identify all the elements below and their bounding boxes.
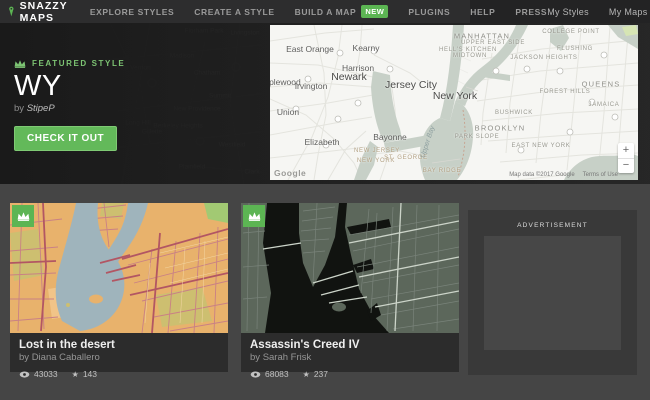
card-title[interactable]: Lost in the desert: [19, 339, 219, 351]
featured-crown-badge: [243, 205, 265, 227]
map-pin-icon: [9, 6, 14, 17]
card-map-preview: [241, 203, 459, 333]
hero-content: FEATURED STYLE WY by StipeP CHECK IT OUT: [14, 59, 126, 152]
zoom-out-button[interactable]: −: [618, 159, 634, 174]
featured-style-byline: by StipeP: [14, 103, 125, 114]
nav-item-build-a-map[interactable]: BUILD A MAP NEW: [295, 5, 389, 18]
eye-icon: [19, 370, 30, 378]
byline-prefix: by: [14, 103, 25, 115]
views-count: 68083: [265, 369, 289, 379]
brand-logo[interactable]: SNAZZY MAPS: [8, 0, 72, 24]
star-icon: ★: [71, 369, 79, 379]
eye-icon: [250, 370, 261, 378]
card-author: by Diana Caballero: [19, 352, 219, 363]
card-title[interactable]: Assassin's Creed IV: [250, 339, 450, 351]
featured-style-title: WY: [14, 70, 62, 102]
advertisement-label: ADVERTISEMENT: [517, 222, 588, 229]
card-info: Assassin's Creed IV by Sarah Frisk 68083…: [241, 333, 459, 379]
featured-crown-badge: [12, 205, 34, 227]
dark-map-graphic: [241, 203, 459, 333]
brand-name: SNAZZY MAPS: [19, 0, 68, 24]
card-author: by Sarah Frisk: [250, 352, 450, 363]
featured-style-author[interactable]: StipeP: [27, 103, 55, 114]
nav-item-explore-styles[interactable]: EXPLORE STYLES: [90, 7, 174, 17]
nav-item-my-styles[interactable]: My Styles: [547, 7, 589, 17]
desert-map-graphic: [10, 203, 228, 333]
stars-stat: ★ 143: [72, 369, 97, 379]
nav-right-menu: My StylesMy MapsFavorites: [547, 5, 650, 19]
stars-count: 237: [313, 369, 328, 379]
stars-stat: ★ 237: [303, 369, 328, 379]
stars-count: 143: [82, 369, 97, 379]
new-badge: NEW: [361, 5, 389, 18]
crown-icon: [14, 60, 26, 68]
views-stat: 68083: [250, 369, 289, 379]
views-stat: 43033: [19, 369, 58, 379]
card-map-preview: [10, 203, 228, 333]
advertisement-placeholder[interactable]: [484, 236, 621, 350]
card-info: Lost in the desert by Diana Caballero 43…: [10, 333, 228, 379]
page: SNAZZY MAPS EXPLORE STYLES CREATE A STYLE…: [0, 0, 650, 400]
navbar: SNAZZY MAPS EXPLORE STYLES CREATE A STYLE…: [0, 0, 650, 24]
card-stats: 68083 ★ 237: [250, 369, 450, 379]
author-name[interactable]: Diana Caballero: [32, 352, 100, 363]
style-card-assassins-creed-iv[interactable]: Assassin's Creed IV by Sarah Frisk 68083…: [241, 203, 459, 379]
author-name[interactable]: Sarah Frisk: [263, 352, 312, 363]
nav-menu: EXPLORE STYLES CREATE A STYLE BUILD A MAP N…: [90, 5, 547, 18]
featured-map-preview[interactable]: East OrangeKearnyHarrisonNewarkMaplewood…: [270, 25, 638, 180]
star-icon: ★: [302, 369, 310, 379]
zoom-in-button[interactable]: +: [618, 143, 634, 158]
crown-icon: [248, 212, 260, 221]
nav-item-help[interactable]: HELP: [470, 7, 495, 17]
views-count: 43033: [34, 369, 58, 379]
advertisement-panel: ADVERTISEMENT: [468, 210, 637, 375]
nav-item-create-a-style[interactable]: CREATE A STYLE: [194, 7, 274, 17]
nav-item-plugins[interactable]: PLUGINS: [408, 7, 450, 17]
crown-icon: [17, 212, 29, 221]
hero-section: Florham ParkLivingstonMadisonNew VernonC…: [0, 23, 650, 184]
map-attribution: Map data ©2017 Google: [509, 172, 575, 178]
check-it-out-button[interactable]: CHECK IT OUT: [14, 126, 118, 152]
author-prefix: by: [250, 352, 261, 363]
terms-of-use-link[interactable]: Terms of Use: [583, 172, 618, 178]
author-prefix: by: [19, 352, 30, 363]
map-zoom-control: + −: [618, 143, 634, 173]
nav-item-press[interactable]: PRESS: [515, 7, 547, 17]
nav-item-my-maps[interactable]: My Maps: [609, 7, 648, 17]
style-card-lost-in-the-desert[interactable]: Lost in the desert by Diana Caballero 43…: [10, 203, 228, 379]
card-stats: 43033 ★ 143: [19, 369, 219, 379]
google-logo: Google: [274, 168, 307, 178]
featured-style-label: FEATURED STYLE: [32, 59, 126, 68]
map-graphic: [270, 25, 638, 180]
